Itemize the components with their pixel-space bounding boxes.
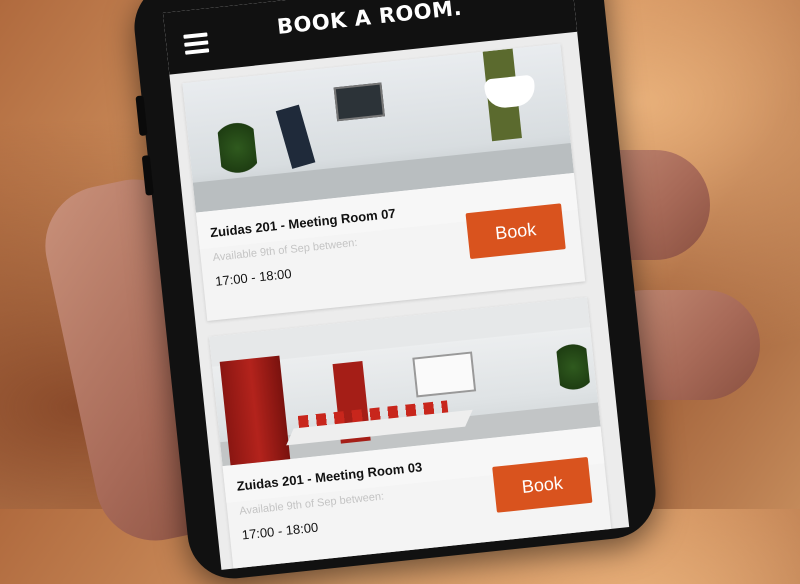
app-title: BOOK A ROOM. [275, 0, 464, 39]
room-list: Zuidas 201 - Meeting Room 07 Available 9… [182, 43, 613, 570]
room-card: Zuidas 201 - Meeting Room 03 Available 9… [209, 297, 612, 570]
phone-screen: BOOK A ROOM. Zuidas 201 - Meeting Room 0… [162, 0, 630, 570]
phone-device: BOOK A ROOM. Zuidas 201 - Meeting Room 0… [129, 0, 661, 583]
phone-side-button [135, 95, 148, 137]
room-card: Zuidas 201 - Meeting Room 07 Available 9… [182, 43, 586, 321]
